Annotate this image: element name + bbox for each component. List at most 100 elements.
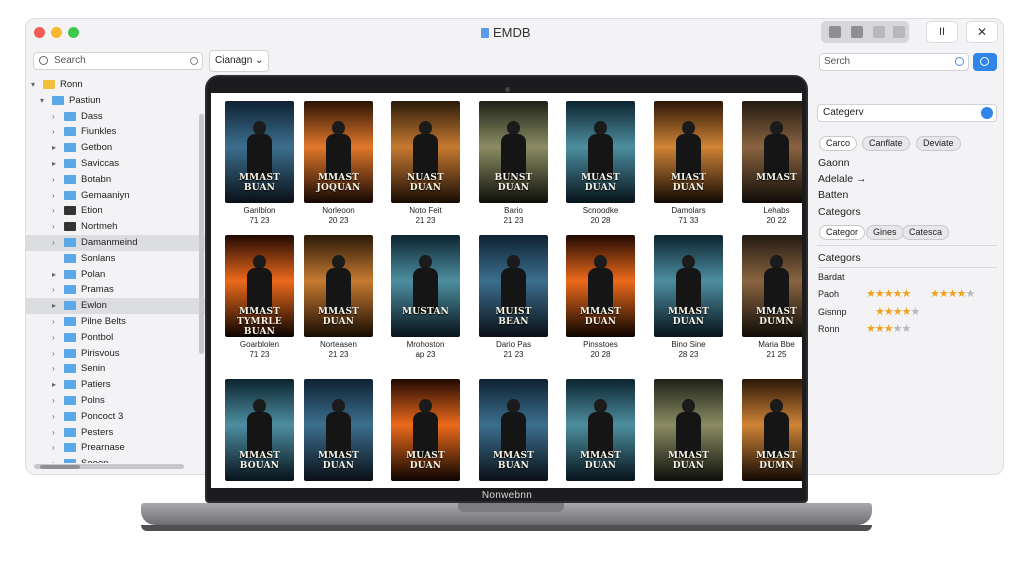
movie-poster[interactable]: BUNST DUAN [479, 101, 548, 203]
movie-caption-title[interactable]: Noto Feit [391, 206, 460, 215]
star-icon[interactable]: ★ [948, 288, 958, 300]
disclosure-arrow-icon[interactable]: › [52, 393, 55, 409]
movie-poster[interactable]: MUAST DUAN [566, 101, 635, 203]
movie-caption-title[interactable]: Goarblolen [225, 340, 294, 349]
star-icon[interactable]: ★ [893, 323, 903, 335]
sidebar-item[interactable]: › Dass [26, 109, 209, 125]
sidebar-item[interactable]: › Pramas [26, 282, 209, 298]
movie-poster[interactable]: MUSTAN [391, 235, 460, 337]
star-icon[interactable]: ★ [875, 323, 885, 335]
chip-canflate[interactable]: Canflate [862, 136, 910, 151]
disclosure-arrow-icon[interactable]: ▸ [52, 298, 56, 314]
disclosure-arrow-icon[interactable]: › [52, 124, 55, 140]
disclosure-arrow-icon[interactable]: › [52, 425, 55, 441]
disclosure-arrow-icon[interactable]: ▾ [40, 93, 44, 109]
sidebar-item[interactable]: ▸ Patiers [26, 377, 209, 393]
disclosure-arrow-icon[interactable]: › [52, 109, 55, 125]
movie-poster[interactable]: MMAST DUMN [742, 235, 802, 337]
disclosure-arrow-icon[interactable]: › [52, 235, 55, 251]
movie-poster[interactable]: MMAST DUAN [654, 235, 723, 337]
sidebar-item[interactable]: Sonlans [26, 251, 209, 267]
chip-catesca[interactable]: Catesca [902, 225, 950, 240]
disclosure-arrow-icon[interactable]: › [52, 361, 55, 377]
star-icon[interactable]: ★ [866, 323, 876, 335]
star-icon[interactable]: ★ [957, 288, 967, 300]
star-icon[interactable]: ★ [911, 306, 921, 318]
column-view-icon[interactable] [873, 26, 885, 38]
sidebar-item[interactable]: › Prearnase [26, 440, 209, 456]
star-icon[interactable]: ★ [930, 288, 940, 300]
chip-gines[interactable]: Gines [866, 225, 904, 240]
disclosure-arrow-icon[interactable]: › [52, 346, 55, 362]
movie-poster[interactable]: MMAST BOUAN [225, 379, 294, 481]
movie-caption-title[interactable]: Pinsstoes [566, 340, 635, 349]
movie-poster[interactable]: MMAST DUAN [566, 379, 635, 481]
close-button[interactable]: ✕ [966, 21, 998, 43]
sidebar-item[interactable]: › Pesters [26, 425, 209, 441]
movie-poster[interactable]: MIAST DUAN [654, 101, 723, 203]
star-icon[interactable]: ★ [966, 288, 976, 300]
grid-view-icon[interactable] [829, 26, 841, 38]
filter-search-input[interactable]: Serch [819, 53, 969, 71]
category-select[interactable]: Categerv [817, 104, 997, 122]
sidebar-item[interactable]: › Pontbol [26, 330, 209, 346]
movie-caption-title[interactable]: Ganlblon [225, 206, 294, 215]
sidebar-scrollbar[interactable] [199, 114, 204, 354]
movie-poster[interactable]: MUIST BEAN [479, 235, 548, 337]
movie-poster[interactable]: MMAST DUAN [566, 235, 635, 337]
movie-poster[interactable]: NUAST DUAN [391, 101, 460, 203]
movie-caption-title[interactable]: Lehabs [742, 206, 802, 215]
movie-poster[interactable]: MMAST DUAN [304, 379, 373, 481]
movie-poster[interactable]: MUAST DUAN [391, 379, 460, 481]
movie-poster[interactable]: MMAST TYMRLE BUAN [225, 235, 294, 337]
movie-poster[interactable]: MMAST [742, 101, 802, 203]
rating-stars-1b[interactable]: ★★★★★ [930, 287, 976, 300]
movie-caption-title[interactable]: Dario Pas [479, 340, 548, 349]
disclosure-arrow-icon[interactable]: › [52, 172, 55, 188]
movie-caption-title[interactable]: Norleoon [304, 206, 373, 215]
sidebar-item[interactable]: ▸ Ewlon [26, 298, 209, 315]
star-icon[interactable]: ★ [866, 288, 876, 300]
movie-caption-title[interactable]: Bario [479, 206, 548, 215]
star-icon[interactable]: ★ [893, 288, 903, 300]
sidebar-search-input[interactable]: Search [33, 52, 203, 70]
sidebar-horizontal-scroll-thumb[interactable] [40, 465, 80, 469]
document-view-icon[interactable] [893, 26, 905, 38]
sidebar-item[interactable]: › Damanmeind [26, 235, 209, 251]
disclosure-arrow-icon[interactable]: › [52, 409, 55, 425]
movie-caption-title[interactable]: Mrohoston [391, 340, 460, 349]
movie-caption-title[interactable]: Damolars [654, 206, 723, 215]
close-window-button[interactable] [34, 27, 45, 38]
sidebar-item[interactable]: › Seoen [26, 456, 209, 463]
sidebar-item[interactable]: › Etion [26, 203, 209, 219]
search-button[interactable] [973, 53, 997, 71]
movie-caption-title[interactable]: Scnoodke [566, 206, 635, 215]
disclosure-arrow-icon[interactable]: › [52, 314, 55, 330]
disclosure-arrow-icon[interactable]: ▸ [52, 156, 56, 172]
sidebar-item[interactable]: › Nortmeh [26, 219, 209, 235]
star-icon[interactable]: ★ [884, 288, 894, 300]
movie-caption-title[interactable]: Maria Bbe [742, 340, 802, 349]
star-icon[interactable]: ★ [875, 288, 885, 300]
zoom-window-button[interactable] [68, 27, 79, 38]
sidebar-item[interactable]: ▾ Pastiun [26, 93, 209, 109]
sidebar-item[interactable]: ▸ Saviccas [26, 156, 209, 172]
sidebar-item[interactable]: › Botabn [26, 172, 209, 188]
disclosure-arrow-icon[interactable]: › [52, 203, 55, 219]
sidebar-item[interactable]: › Pirisvous [26, 346, 209, 362]
disclosure-arrow-icon[interactable]: › [52, 456, 55, 463]
disclosure-arrow-icon[interactable]: ▾ [31, 77, 35, 93]
movie-poster[interactable]: MMAST JOQUAN [304, 101, 373, 203]
sidebar-item[interactable]: › Polns [26, 393, 209, 409]
sidebar-item[interactable]: › Gemaaniyn [26, 188, 209, 204]
minimize-window-button[interactable] [51, 27, 62, 38]
sidebar-item[interactable]: › Poncoct 3 [26, 409, 209, 425]
disclosure-arrow-icon[interactable]: ▸ [52, 267, 56, 283]
filter-line-3[interactable]: Batten [818, 189, 848, 201]
rating-stars-2[interactable]: ★★★★★ [875, 305, 921, 318]
chip-carco[interactable]: Carco [819, 136, 858, 151]
sidebar-item[interactable]: › Fiunkles [26, 124, 209, 140]
movie-poster[interactable]: MMAST BUAN [479, 379, 548, 481]
sidebar-item[interactable]: ▸ Getbon [26, 140, 209, 156]
filter-line-1[interactable]: Gaonn [818, 157, 850, 169]
